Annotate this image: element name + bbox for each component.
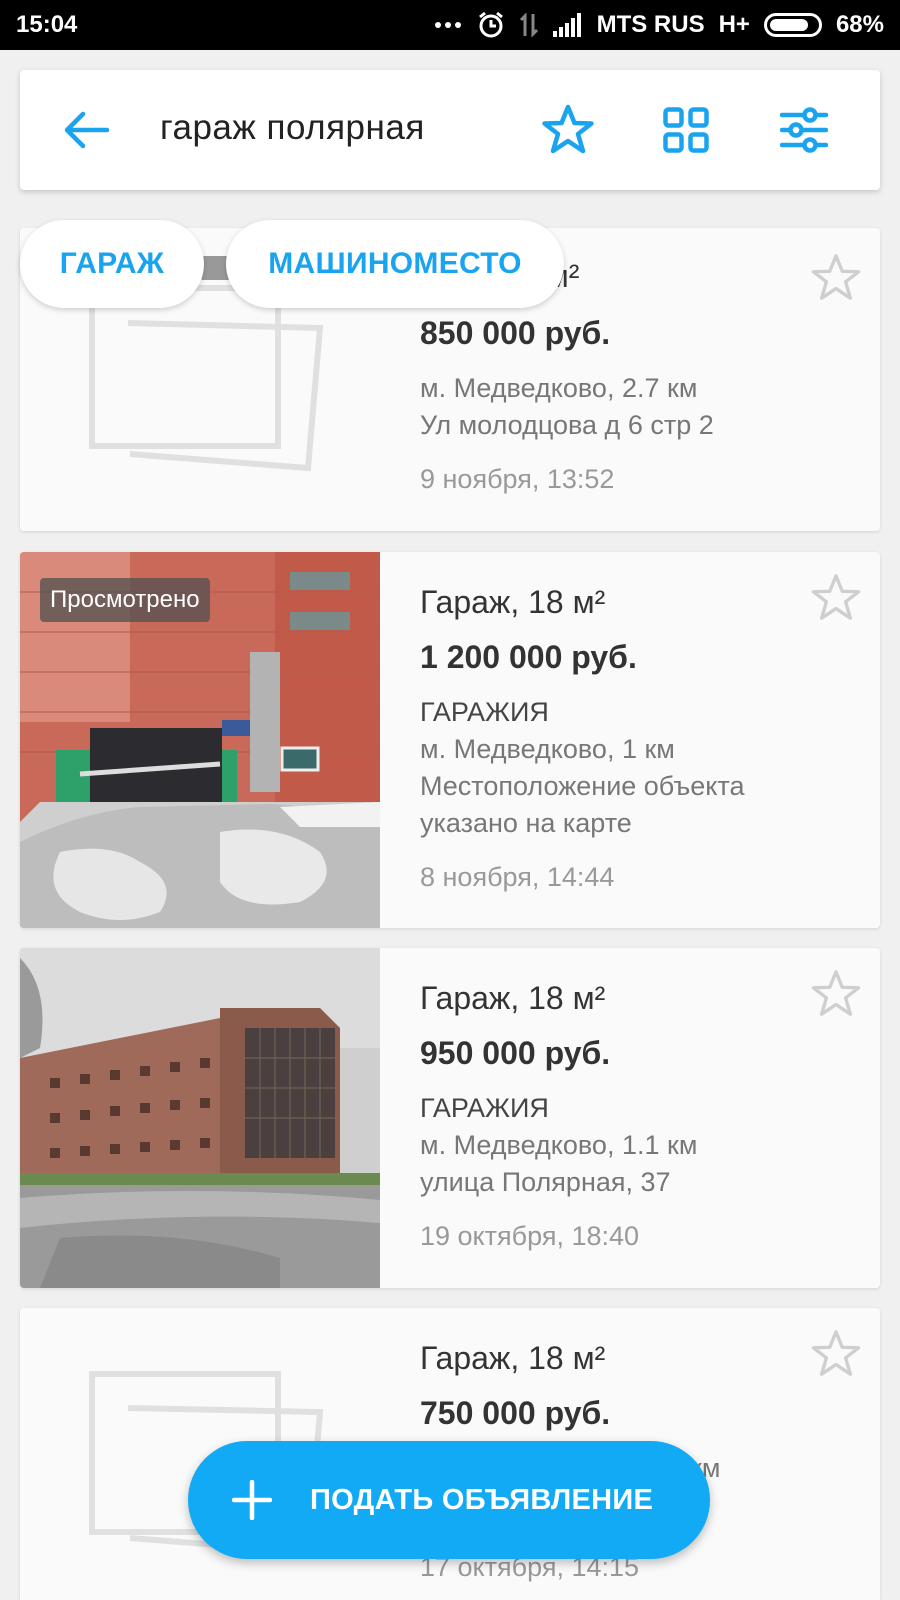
chip-parking-space[interactable]: МАШИНОМЕСТО xyxy=(226,220,564,308)
listing-title: Гараж, 18 м² xyxy=(420,980,606,1016)
search-header: гараж полярная xyxy=(20,70,880,190)
status-icons: MTS RUS H+ 68% xyxy=(433,11,884,39)
grid-icon xyxy=(663,107,709,153)
save-search-button[interactable] xyxy=(538,100,598,160)
viewed-badge: Просмотрено xyxy=(40,578,210,622)
listing-card[interactable]: Просмотрено Гараж, 18 м² 1 200 000 руб. … xyxy=(20,552,880,928)
star-outline-icon xyxy=(542,104,594,154)
post-ad-button[interactable]: ПОДАТЬ ОБЪЯВЛЕНИЕ xyxy=(188,1441,710,1559)
listing-title: Гараж, 18 м² xyxy=(420,584,606,620)
listing-address-line2: указано на карте xyxy=(420,808,632,838)
listing-price: 950 000 руб. xyxy=(420,1035,611,1071)
listing-address: Ул молодцова д 6 стр 2 xyxy=(420,410,714,440)
listing-title: Гараж, 18 м² xyxy=(420,1340,606,1376)
listing-card[interactable]: Гараж, 18 м² 950 000 руб. ГАРАЖИЯ м. Мед… xyxy=(20,948,880,1288)
listing-distance: 2.7 км xyxy=(621,373,698,403)
listing-address: улица Полярная, 37 xyxy=(420,1167,671,1197)
sliders-icon xyxy=(780,107,828,153)
star-outline-icon xyxy=(811,1330,861,1376)
alarm-icon xyxy=(477,11,505,39)
grid-view-button[interactable] xyxy=(656,100,716,160)
filter-button[interactable] xyxy=(774,100,834,160)
listing-seller: ГАРАЖИЯ xyxy=(420,697,549,727)
favorite-button[interactable] xyxy=(808,250,864,306)
listing-address-line1: Местоположение объекта xyxy=(420,771,745,801)
post-ad-label: ПОДАТЬ ОБЪЯВЛЕНИЕ xyxy=(310,1483,654,1516)
favorite-button[interactable] xyxy=(808,966,864,1022)
listing-location: м. Медведково, 1 км xyxy=(420,731,800,768)
star-outline-icon xyxy=(811,970,861,1016)
favorite-button[interactable] xyxy=(808,570,864,626)
search-query[interactable]: гараж полярная xyxy=(160,108,425,148)
listing-distance: 1.1 км xyxy=(621,1130,698,1160)
battery-percent: 68% xyxy=(835,11,884,38)
status-time: 15:04 xyxy=(16,11,78,38)
status-bar: 15:04 MTS RUS H+ 68% xyxy=(0,0,900,50)
listing-metro: м. Медведково, xyxy=(420,1130,615,1160)
listing-date: 19 октября, 18:40 xyxy=(420,1221,640,1251)
listing-metro: м. Медведково, xyxy=(420,734,615,764)
listing-price: 750 000 руб. xyxy=(420,1395,611,1431)
back-button[interactable] xyxy=(56,100,116,160)
more-dots-icon xyxy=(433,20,463,30)
listing-seller: ГАРАЖИЯ xyxy=(420,1093,549,1123)
listing-metro: м. Медведково, xyxy=(420,373,615,403)
star-outline-icon xyxy=(811,574,861,620)
star-outline-icon xyxy=(811,254,861,300)
listing-location: м. Медведково, 1.1 км xyxy=(420,1127,800,1164)
battery-icon xyxy=(763,13,822,37)
listing-price: 850 000 руб. xyxy=(420,315,611,351)
arrow-left-icon xyxy=(64,111,109,149)
carrier-name: MTS RUS xyxy=(596,11,705,38)
garage-photo-building xyxy=(20,948,380,1288)
listing-distance: 1 км xyxy=(621,734,675,764)
network-type: H+ xyxy=(718,11,750,38)
data-transfer-icon xyxy=(519,12,539,38)
listing-date: 8 ноября, 14:44 xyxy=(420,862,615,892)
listing-date: 9 ноября, 13:52 xyxy=(420,464,615,494)
signal-icon xyxy=(552,13,583,37)
favorite-button[interactable] xyxy=(808,1326,864,1382)
listing-price: 1 200 000 руб. xyxy=(420,639,637,675)
listing-location: м. Медведково, 2.7 км xyxy=(420,370,800,407)
chip-garage[interactable]: ГАРАЖ xyxy=(20,220,204,308)
listing-photo xyxy=(20,948,380,1288)
plus-icon xyxy=(232,1480,272,1520)
